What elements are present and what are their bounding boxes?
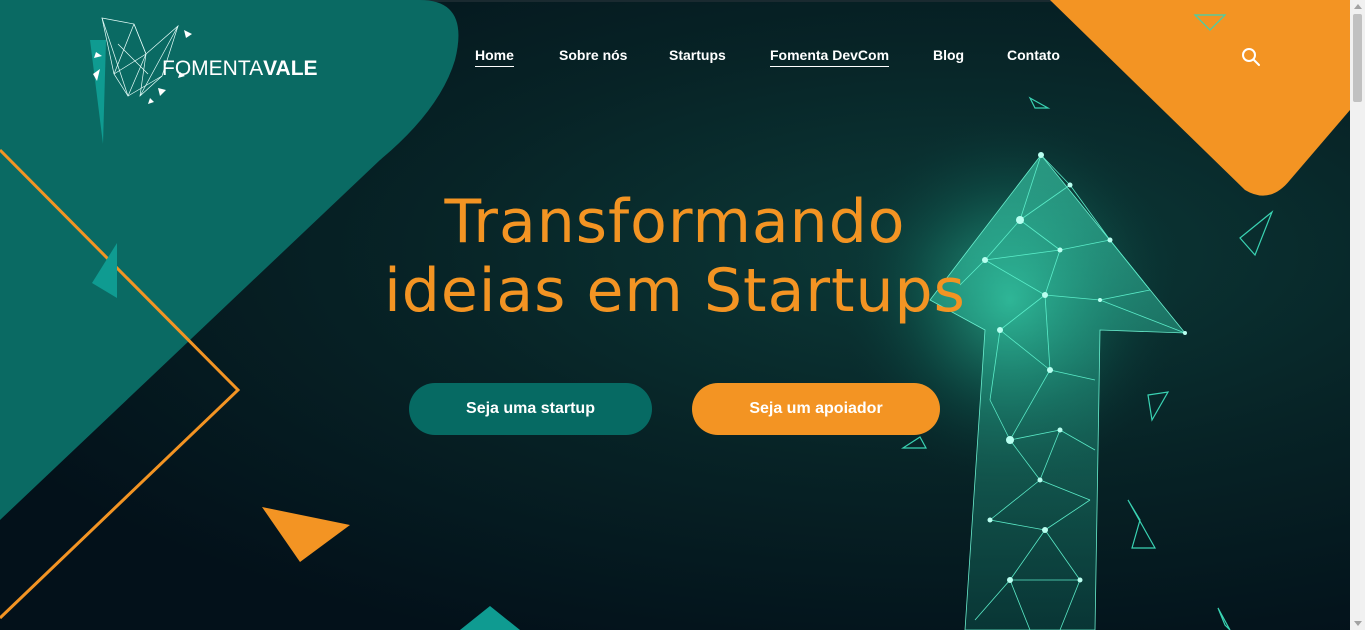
nav-item-contato[interactable]: Contato [1007, 47, 1060, 66]
search-button[interactable] [1240, 46, 1262, 68]
teal-triangle-bottom [460, 606, 520, 630]
search-icon [1242, 48, 1260, 66]
scroll-down-arrow-icon[interactable] [1354, 621, 1362, 626]
hero-title-line2: ideias em Startups [384, 256, 966, 326]
fomenta-vale-logo[interactable]: FOMENTAVALE [88, 14, 318, 149]
scrollbar-thumb[interactable] [1353, 14, 1362, 102]
scroll-up-arrow-icon[interactable] [1354, 4, 1362, 9]
hero-title-line1: Transformando [444, 187, 906, 257]
nav-item-home[interactable]: Home [475, 47, 514, 67]
orange-triangle-bottom [262, 507, 350, 562]
logo-word-light: FOMENTA [162, 57, 264, 80]
hero-page: FOMENTAVALE Home Sobre nós Startups Fome… [0, 0, 1365, 630]
nav-item-startups[interactable]: Startups [669, 47, 726, 66]
seja-uma-startup-button[interactable]: Seja uma startup [409, 383, 652, 435]
nav-item-blog[interactable]: Blog [933, 47, 964, 66]
vertical-scrollbar[interactable] [1350, 0, 1365, 630]
nav-item-fomenta-devcom[interactable]: Fomenta DevCom [770, 47, 890, 67]
logo-v-icon [90, 17, 192, 144]
seja-um-apoiador-button[interactable]: Seja um apoiador [692, 383, 940, 435]
nav-item-sobre-nos[interactable]: Sobre nós [559, 47, 627, 66]
hero-title: Transformando ideias em Startups [330, 188, 1020, 326]
logo-wordmark: FOMENTAVALE [162, 57, 318, 81]
logo-word-bold: VALE [263, 57, 318, 80]
